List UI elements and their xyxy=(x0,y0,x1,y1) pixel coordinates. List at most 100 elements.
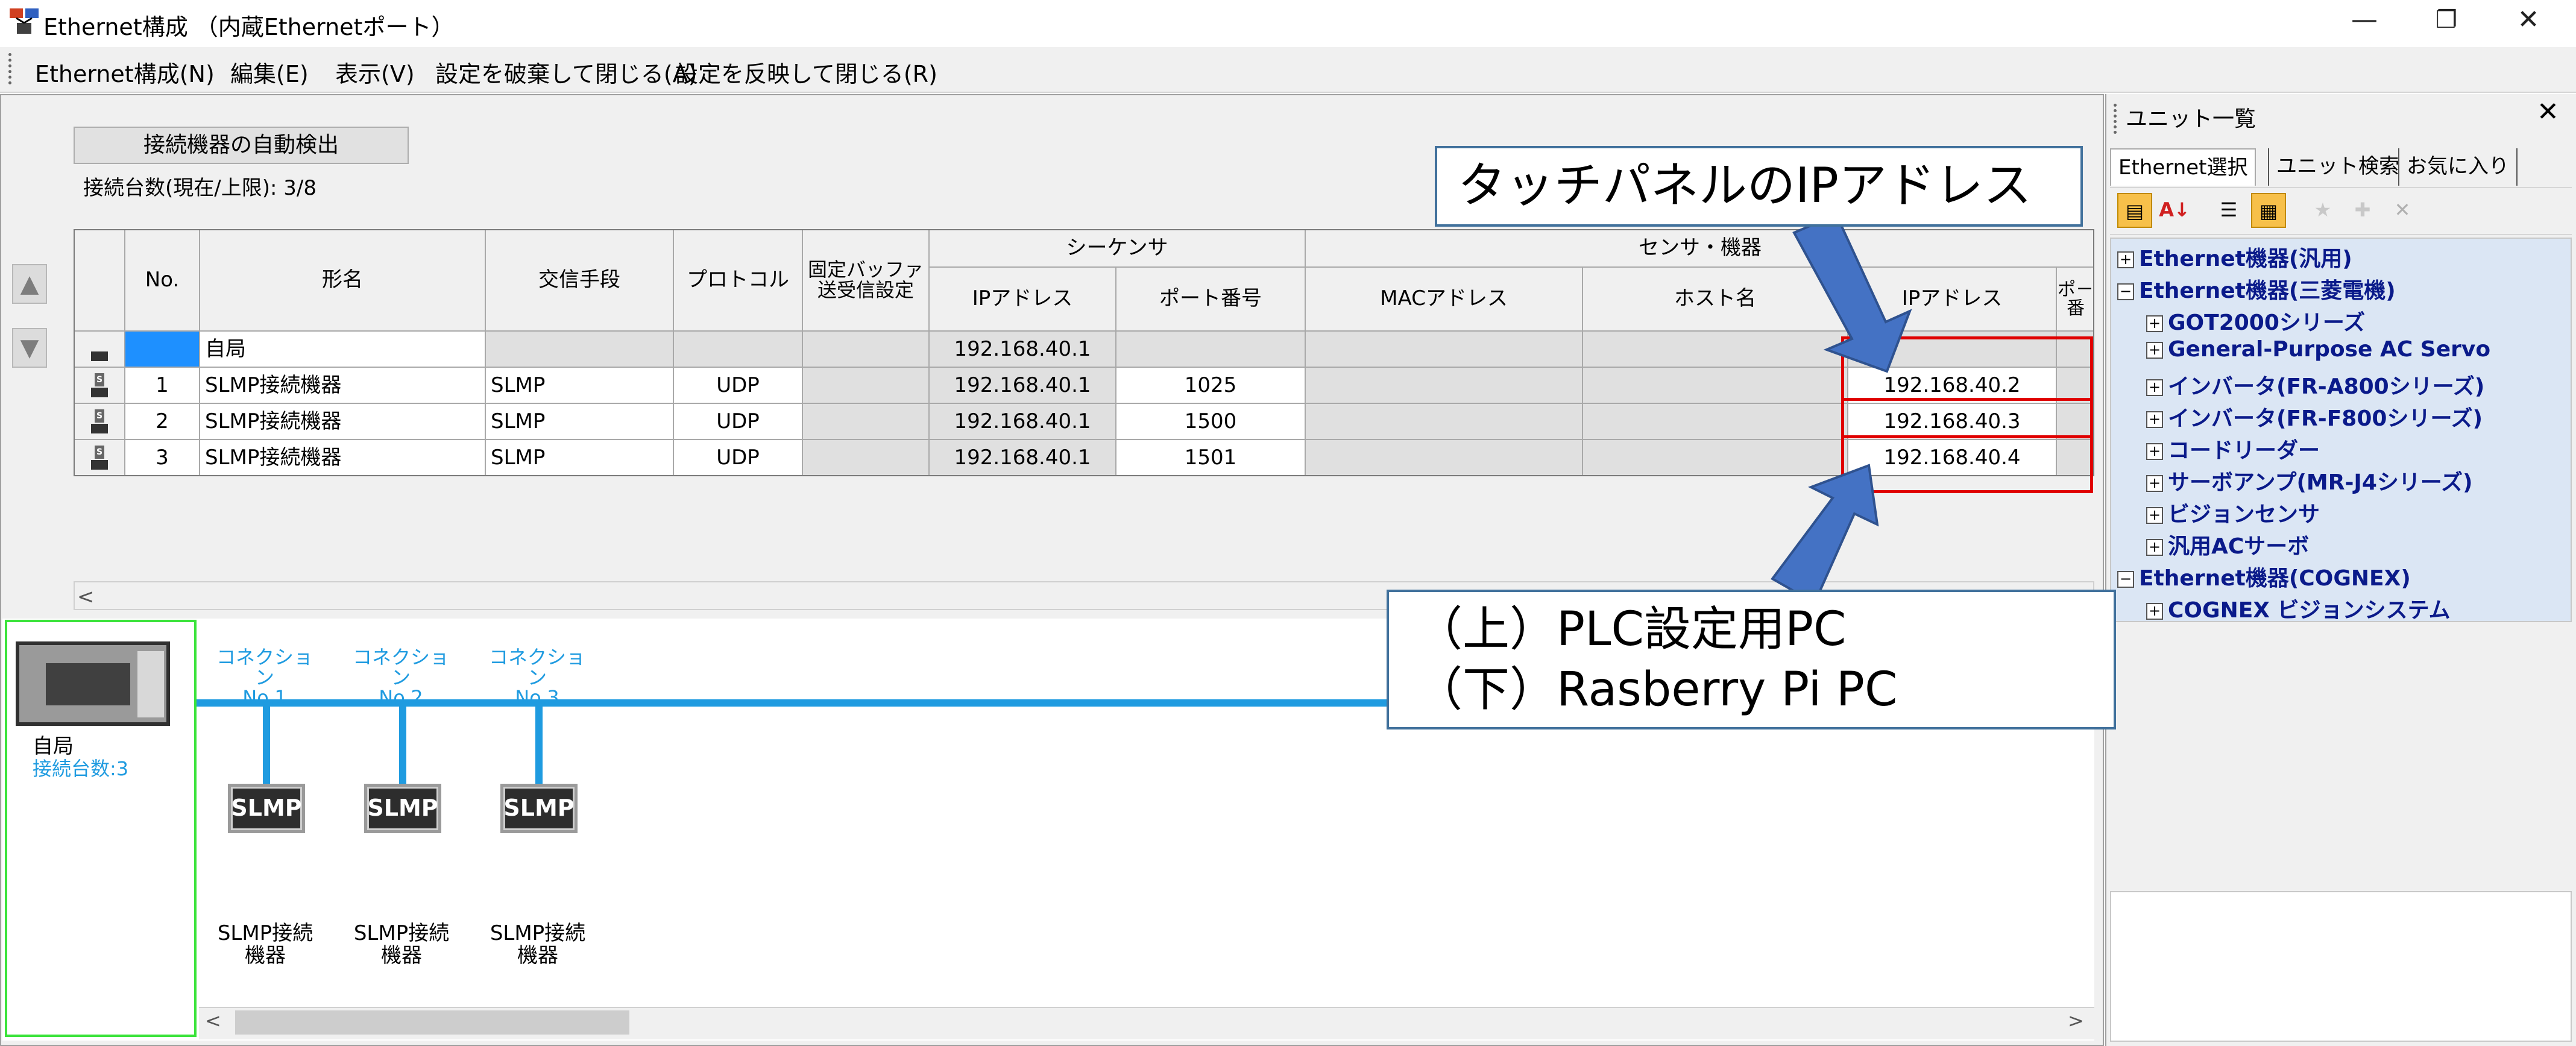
detail-view-icon[interactable]: ▦ xyxy=(2251,193,2286,228)
table-cell-comm[interactable]: SLMP xyxy=(486,404,674,440)
slmp-device-icon[interactable]: SLMP xyxy=(228,784,305,833)
table-cell-seq-port[interactable]: 1500 xyxy=(1116,404,1306,440)
menu-edit[interactable]: 編集(E) xyxy=(230,55,309,89)
menu-grip-icon xyxy=(8,53,12,84)
expand-icon[interactable]: + xyxy=(2146,379,2163,396)
tree-item[interactable]: + GOT2000シリーズ xyxy=(2146,305,2365,336)
table-cell-seq-port[interactable]: 1025 xyxy=(1116,368,1306,404)
expand-icon[interactable]: + xyxy=(2146,342,2163,359)
plc-side-module-icon xyxy=(137,651,164,717)
collapse-icon[interactable]: − xyxy=(2117,283,2134,300)
close-button[interactable]: ✕ xyxy=(2487,0,2569,40)
menu-view[interactable]: 表示(V) xyxy=(335,55,415,89)
expand-icon[interactable]: + xyxy=(2146,539,2163,556)
table-cell-fixed xyxy=(803,404,930,440)
tree-item-label: コードリーダー xyxy=(2168,438,2320,463)
sort-category-icon[interactable]: ▤ xyxy=(2117,193,2152,228)
expand-icon[interactable]: + xyxy=(2146,315,2163,332)
list-view-icon[interactable]: ☰ xyxy=(2211,193,2246,228)
tree-item[interactable]: + Ethernet機器(汎用) xyxy=(2117,241,2352,273)
header-comm-method: 交信手段 xyxy=(486,230,674,332)
auto-detect-button[interactable]: 接続機器の自動検出 xyxy=(74,127,409,164)
collapse-icon[interactable]: − xyxy=(2117,571,2134,588)
header-protocol: プロトコル xyxy=(674,230,803,332)
slmp-row-icon: S xyxy=(85,373,114,397)
callout-line-plc-pc: （上）PLC設定用PC xyxy=(1416,602,1847,657)
menu-discard-and-close[interactable]: 設定を破棄して閉じる(A) xyxy=(435,55,698,89)
table-cell-host xyxy=(1583,332,1848,368)
table-cell-no[interactable]: 2 xyxy=(125,404,200,440)
connection-drop-line xyxy=(535,705,543,786)
row-header-1[interactable]: S xyxy=(75,368,125,404)
tree-item[interactable]: + インバータ(FR-F800シリーズ) xyxy=(2146,401,2483,432)
restore-button[interactable]: ❐ xyxy=(2405,0,2487,40)
tree-item[interactable]: + インバータ(FR-A800シリーズ) xyxy=(2146,369,2484,400)
expand-icon[interactable]: + xyxy=(2146,603,2163,620)
move-down-button[interactable]: ▼ xyxy=(12,328,47,368)
table-cell-comm xyxy=(486,332,674,368)
header-group-sequencer: シーケンサ xyxy=(930,230,1306,268)
header-fixed-buffer: 固定バッファ送受信設定 xyxy=(803,230,930,332)
expand-icon[interactable]: + xyxy=(2146,443,2163,460)
tree-item[interactable]: + 汎用ACサーボ xyxy=(2146,529,2309,560)
table-cell-model[interactable]: SLMP接続機器 xyxy=(200,368,486,404)
tab-unit-search[interactable]: ユニット検索 xyxy=(2268,148,2407,186)
tree-item[interactable]: − Ethernet機器(COGNEX) xyxy=(2117,561,2411,592)
sort-az-icon[interactable]: A↓ xyxy=(2157,193,2192,228)
table-cell-seq-ip: 192.168.40.1 xyxy=(930,440,1116,475)
minimize-button[interactable]: — xyxy=(2323,0,2405,40)
pc-ip-callout: （上）PLC設定用PC （下）Rasberry Pi PC xyxy=(1387,590,2116,729)
row-header-2[interactable]: S xyxy=(75,404,125,440)
expand-icon[interactable]: + xyxy=(2146,507,2163,524)
header-seq-port: ポート番号 xyxy=(1116,268,1306,332)
table-cell-protocol[interactable]: UDP xyxy=(674,440,803,475)
table-cell-host xyxy=(1583,368,1848,404)
table-cell-model[interactable]: SLMP接続機器 xyxy=(200,404,486,440)
tree-item-label: COGNEX ビジョンシステム xyxy=(2168,598,2451,623)
tree-item[interactable]: − Ethernet機器(三菱電機) xyxy=(2117,273,2396,304)
table-cell-protocol xyxy=(674,332,803,368)
table-cell-seq-port[interactable]: 1501 xyxy=(1116,440,1306,475)
table-cell-no[interactable]: 3 xyxy=(125,440,200,475)
table-cell-no[interactable] xyxy=(125,332,200,368)
table-cell-model[interactable]: SLMP接続機器 xyxy=(200,440,486,475)
add-favorite-icon[interactable]: ✚ xyxy=(2345,193,2380,228)
favorite-star-icon[interactable]: ★ xyxy=(2305,193,2340,228)
tree-item[interactable]: + COGNEX ビジョンシステム xyxy=(2146,593,2451,624)
table-cell-comm[interactable]: SLMP xyxy=(486,368,674,404)
connection-drop-line xyxy=(399,705,406,786)
tree-item[interactable]: + ビジョンセンサ xyxy=(2146,497,2320,528)
table-cell-model[interactable]: 自局 xyxy=(200,332,486,368)
scroll-left-arrow-icon[interactable]: < xyxy=(205,1009,221,1032)
unit-list-title: ユニット一覧 xyxy=(2126,107,2256,131)
tree-item[interactable]: + General-Purpose AC Servo xyxy=(2146,337,2490,362)
unit-list-close-button[interactable]: ✕ xyxy=(2537,96,2559,127)
table-cell-no[interactable]: 1 xyxy=(125,368,200,404)
expand-icon[interactable]: + xyxy=(2117,251,2134,268)
table-cell-protocol[interactable]: UDP xyxy=(674,368,803,404)
slmp-device-icon[interactable]: SLMP xyxy=(364,784,441,833)
menu-ethernet-config[interactable]: Ethernet構成(N) xyxy=(35,55,215,89)
slmp-device-icon[interactable]: SLMP xyxy=(500,784,578,833)
table-cell-mac xyxy=(1306,332,1583,368)
diagram-scroll-thumb[interactable] xyxy=(235,1010,629,1035)
scroll-right-arrow-icon[interactable]: > xyxy=(2068,1009,2084,1032)
tree-item-label: GOT2000シリーズ xyxy=(2168,310,2366,335)
slmp-device-label: SLMP接続 機器 xyxy=(217,921,313,968)
tab-favorites[interactable]: お気に入り xyxy=(2398,148,2518,186)
menu-apply-and-close[interactable]: 設定を反映して閉じる(R) xyxy=(675,55,937,89)
expand-icon[interactable]: + xyxy=(2146,411,2163,428)
table-cell-comm[interactable]: SLMP xyxy=(486,440,674,475)
tree-item[interactable]: + サーボアンプ(MR-J4シリーズ) xyxy=(2146,465,2473,496)
scroll-left-arrow-icon[interactable]: < xyxy=(77,585,95,609)
table-cell-protocol[interactable]: UDP xyxy=(674,404,803,440)
header-device-port: ポ－番 xyxy=(2057,268,2093,332)
expand-icon[interactable]: + xyxy=(2146,475,2163,492)
row-header-3[interactable]: S xyxy=(75,440,125,475)
tree-item[interactable]: + コードリーダー xyxy=(2146,433,2320,464)
row-header-self[interactable] xyxy=(75,332,125,368)
move-up-button[interactable]: ▲ xyxy=(12,264,47,304)
delete-favorite-icon[interactable]: ✕ xyxy=(2385,193,2420,228)
connection-drop-line xyxy=(263,705,270,786)
tab-ethernet-select[interactable]: Ethernet選択 xyxy=(2110,148,2256,186)
